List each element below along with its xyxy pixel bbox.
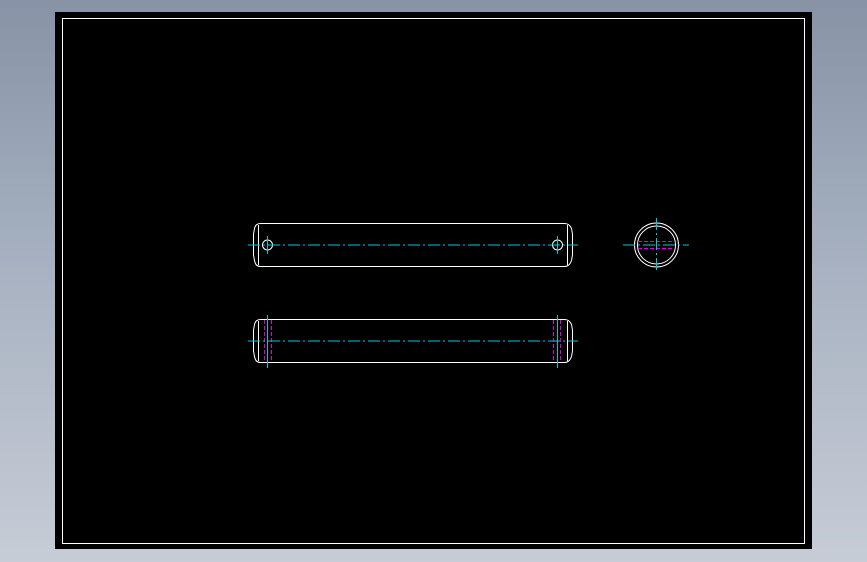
side-view: [623, 218, 689, 272]
drawing-viewport[interactable]: [55, 12, 812, 549]
front-view: [248, 223, 578, 267]
top-view: [248, 315, 578, 368]
cad-drawing: [62, 18, 805, 544]
sheet-border: [62, 18, 805, 544]
